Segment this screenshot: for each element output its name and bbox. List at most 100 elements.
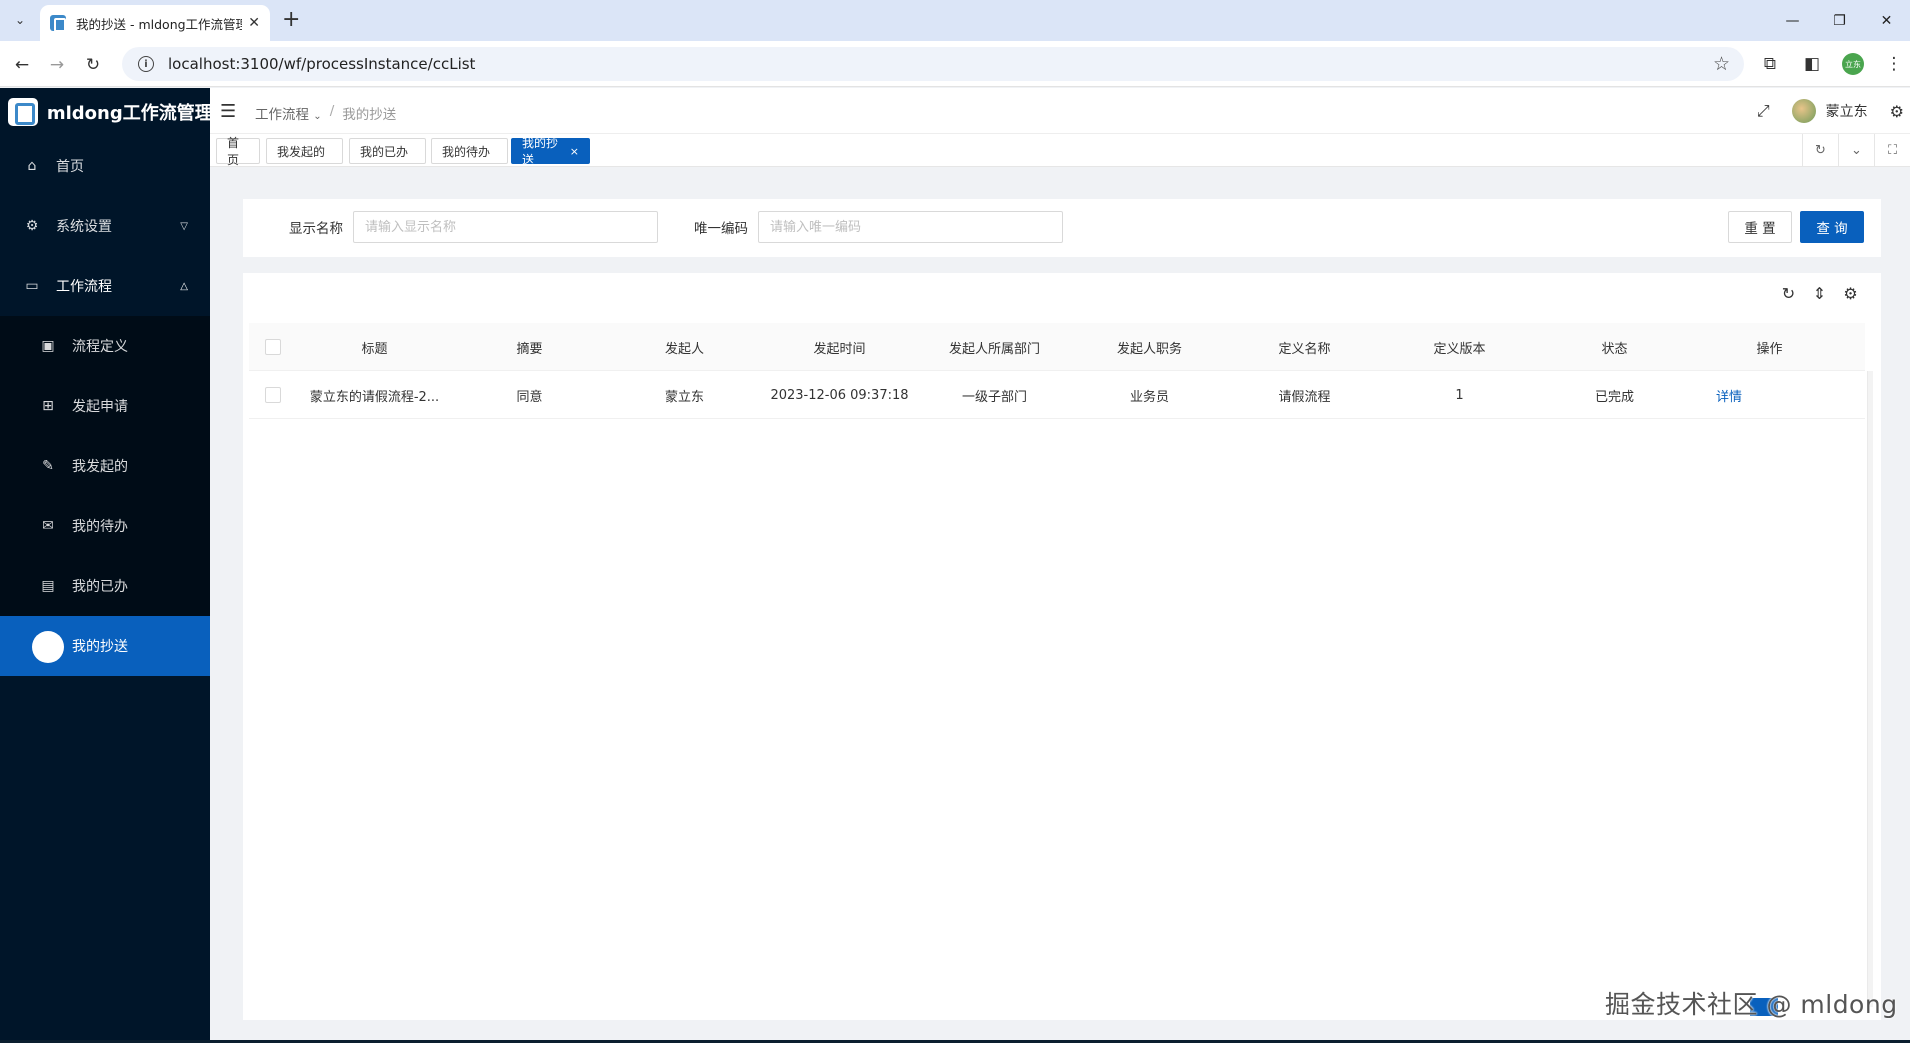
cell-initiator: 蒙立东: [664, 389, 704, 405]
tab-search-chevron-icon[interactable]: ⌄: [8, 9, 32, 31]
site-info-icon[interactable]: i: [138, 56, 154, 72]
display-name-input[interactable]: [353, 211, 658, 243]
column-height-icon[interactable]: ⇕: [1811, 284, 1828, 303]
sidebar: mldong工作流管理... ⌂ 首页 ⚙ 系统设置 ▽ ▭ 工作流程 △ ▣ …: [0, 88, 210, 1043]
sidebar-item-label: 流程定义: [72, 339, 128, 355]
breadcrumb: 工作流程 ⌄ / 我的抄送: [255, 103, 396, 123]
workflow-submenu: ▣ 流程定义 ⊞ 发起申请 ✎ 我发起的 ✉ 我的待办 ▤ 我的已办 我的抄送: [0, 316, 210, 676]
unique-code-input[interactable]: [758, 211, 1063, 243]
profile-avatar[interactable]: 立东: [1842, 53, 1864, 75]
select-all-checkbox[interactable]: [265, 339, 281, 355]
breadcrumb-parent[interactable]: 工作流程 ⌄: [255, 103, 322, 123]
row-checkbox[interactable]: [265, 387, 281, 403]
sidebar-item-label: 我的已办: [72, 579, 128, 595]
cell-version: 1: [1455, 387, 1464, 403]
tab-my-done[interactable]: 我的已办: [349, 138, 426, 164]
sidebar-item-label: 系统设置: [56, 219, 112, 235]
settings-gear-icon[interactable]: ⚙: [1890, 102, 1904, 121]
cell-status: 已完成: [1594, 389, 1634, 405]
sidebar-item-workflow[interactable]: ▭ 工作流程 △: [0, 256, 210, 316]
chevron-down-icon: ▽: [180, 220, 188, 232]
setting-icon[interactable]: ⚙: [1842, 284, 1859, 303]
forward-icon[interactable]: →: [45, 53, 69, 77]
header-cell: 标题: [361, 341, 388, 357]
tab-home[interactable]: 首页: [216, 136, 260, 167]
table-scrollbar[interactable]: [1867, 371, 1873, 1007]
browser-tab-title: 我的抄送 - mldong工作流管理: [76, 16, 243, 32]
sidebar-item-label: 我的抄送: [72, 639, 128, 655]
app-name: mldong工作流管理...: [46, 103, 210, 124]
tab-my-cc[interactable]: 我的抄送 ×: [511, 136, 590, 167]
browser-menu-icon[interactable]: ⋮: [1882, 52, 1906, 76]
read-icon: ▤: [41, 578, 55, 594]
header-cell: 发起人: [664, 341, 704, 357]
detail-link[interactable]: 详情: [1716, 386, 1742, 405]
unique-code-label: 唯一编码: [694, 221, 748, 237]
side-panel-icon[interactable]: ◧: [1800, 52, 1824, 76]
page-tabs: 首页 我发起的 我的已办 我的待办 我的抄送 × ↻ ⌄ ⛶: [210, 134, 1910, 167]
sidebar-item-my-cc[interactable]: 我的抄送: [0, 616, 210, 676]
sidebar-item-my-done[interactable]: ▤ 我的已办: [0, 556, 210, 616]
url-omnibox[interactable]: i localhost:3100/wf/processInstance/ccLi…: [122, 47, 1744, 81]
sidebar-item-my-initiated[interactable]: ✎ 我发起的: [0, 436, 210, 496]
watermark: 掘金技术社区 @ mldong: [1605, 990, 1898, 1019]
sidebar-item-label: 发起申请: [72, 399, 128, 415]
sidebar-item-process-definition[interactable]: ▣ 流程定义: [0, 316, 210, 376]
reload-icon[interactable]: ↻: [81, 53, 105, 77]
breadcrumb-separator: /: [329, 103, 335, 119]
header-cell: 操作: [1756, 341, 1783, 357]
header-cell: 发起人所属部门: [948, 341, 1040, 357]
cell-def-name: 请假流程: [1278, 389, 1331, 405]
close-tab-icon[interactable]: ✕: [248, 15, 260, 31]
edit-icon: ✎: [42, 458, 54, 474]
table-header: 标题 摘要 发起人 发起时间 发起人所属部门 发起人职务 定义名称 定义版本 状…: [249, 323, 1865, 371]
sidebar-item-my-todo[interactable]: ✉ 我的待办: [0, 496, 210, 556]
fold-tab-icon[interactable]: ⛶: [1874, 134, 1910, 166]
fullscreen-icon[interactable]: ⤢: [1757, 101, 1770, 121]
close-icon[interactable]: ×: [570, 145, 579, 158]
sidebar-item-label: 首页: [56, 159, 84, 175]
reset-button[interactable]: 重 置: [1728, 211, 1792, 243]
new-tab-icon[interactable]: +: [282, 8, 300, 32]
header-cell: 定义版本: [1433, 341, 1486, 357]
extensions-icon[interactable]: ⧉: [1758, 52, 1782, 76]
cell-dept: 一级子部门: [961, 389, 1027, 405]
bookmark-star-icon[interactable]: ☆: [1713, 53, 1730, 75]
refresh-tab-icon[interactable]: ↻: [1802, 134, 1838, 166]
cell-time: 2023-12-06 09:37:18: [770, 387, 909, 403]
header-right: ⤢ 蒙立东 ⚙: [1757, 88, 1910, 134]
query-button[interactable]: 查 询: [1800, 211, 1864, 243]
sidebar-item-system-settings[interactable]: ⚙ 系统设置 ▽: [0, 196, 210, 256]
header-cell: 摘要: [516, 341, 543, 357]
mail-icon: ✉: [42, 518, 54, 534]
tab-my-initiated[interactable]: 我发起的: [266, 138, 343, 164]
restore-icon[interactable]: ❐: [1816, 0, 1863, 41]
username[interactable]: 蒙立东: [1826, 101, 1868, 121]
header-cell: 发起时间: [813, 341, 866, 357]
app-logo[interactable]: mldong工作流管理...: [0, 88, 210, 136]
tab-tools: ↻ ⌄ ⛶: [1802, 134, 1910, 166]
browser-toolbar-icons: ⧉ ◧ 立东 ⋮: [1758, 52, 1906, 76]
sidebar-item-home[interactable]: ⌂ 首页: [0, 136, 210, 196]
tab-my-todo[interactable]: 我的待办: [431, 138, 508, 164]
cell-title: 蒙立东的请假流程-2...: [309, 389, 440, 405]
laptop-icon: ▭: [25, 278, 39, 294]
refresh-icon[interactable]: ↻: [1780, 284, 1797, 303]
row-select-cell: [249, 371, 297, 419]
minimize-icon[interactable]: —: [1769, 0, 1816, 41]
table-card: ↻ ⇕ ⚙ 标题 摘要 发起人 发起时间 发起人所属部门 发起人职务 定义名称 …: [243, 273, 1881, 1020]
chevron-up-icon: △: [180, 280, 188, 292]
header-cell: 发起人职务: [1116, 341, 1182, 357]
cell-summary: 同意: [516, 389, 543, 405]
avatar[interactable]: [1791, 99, 1816, 123]
sidebar-item-start-request[interactable]: ⊞ 发起申请: [0, 376, 210, 436]
back-icon[interactable]: ←: [10, 53, 34, 77]
table-row[interactable]: 蒙立东的请假流程-2... 同意 蒙立东 2023-12-06 09:37:18…: [249, 371, 1865, 419]
appstore-icon: ⊞: [42, 398, 54, 414]
search-form: 显示名称 唯一编码 重 置 查 询: [243, 199, 1881, 257]
browser-tab[interactable]: 我的抄送 - mldong工作流管理 ✕: [40, 5, 270, 41]
close-window-icon[interactable]: ✕: [1863, 0, 1910, 41]
header-cell: 定义名称: [1278, 341, 1331, 357]
chevron-down-icon[interactable]: ⌄: [1838, 134, 1874, 166]
menu-fold-icon[interactable]: ☰: [220, 101, 236, 122]
